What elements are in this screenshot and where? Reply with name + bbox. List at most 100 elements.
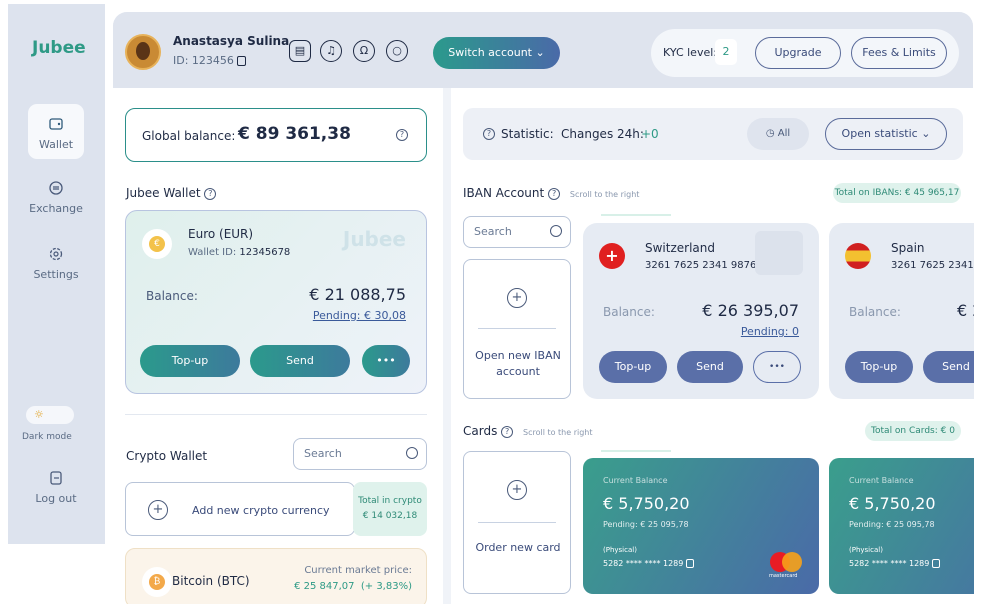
market-value: € 25 847,07: [294, 581, 355, 592]
search-icon: [550, 225, 562, 237]
sidebar-item-wallet[interactable]: Wallet: [28, 104, 84, 159]
avatar[interactable]: [125, 34, 161, 70]
total-crypto-badge: Total in crypto € 14 032,18: [353, 482, 427, 536]
plus-icon: +: [507, 288, 527, 308]
wallet-id-label: Wallet ID:: [188, 247, 237, 258]
wallet-currency: Euro (EUR): [188, 227, 254, 241]
send-button[interactable]: Send: [250, 345, 350, 377]
add-crypto-label: Add new crypto currency: [192, 504, 330, 517]
left-column: Global balance: € 89 361,38 ? Jubee Wall…: [113, 88, 443, 604]
card-balance: € 5,750,20: [849, 494, 936, 513]
crypto-search-input[interactable]: Search: [293, 438, 427, 470]
btc-coin-icon: ₿: [142, 567, 172, 597]
iban-pending[interactable]: Pending: 0: [741, 325, 799, 338]
market-price: € 25 847,07 (+ 3,83%): [294, 581, 412, 592]
upgrade-button[interactable]: Upgrade: [755, 37, 841, 69]
iban-card-spain[interactable]: Spain 3261 7625 2341 987 Balance: € 2 To…: [829, 223, 974, 399]
divider: [125, 414, 427, 415]
search-icon: [406, 447, 418, 459]
card-pending: Pending: € 25 095,78: [849, 520, 935, 529]
card-1[interactable]: Current Balance € 5,750,20 Pending: € 25…: [583, 458, 819, 594]
sidebar-item-settings[interactable]: Settings: [28, 246, 84, 281]
iban-topup-button[interactable]: Top-up: [845, 351, 913, 383]
iban-topup-button[interactable]: Top-up: [599, 351, 667, 383]
balance-label: Balance:: [146, 289, 198, 303]
card-balance: € 5,750,20: [603, 494, 690, 513]
global-balance-label: Global balance:: [142, 129, 236, 143]
kyc-value: 2: [715, 39, 737, 65]
dark-mode-toggle[interactable]: ☼: [26, 406, 74, 424]
changes-value: +0: [641, 127, 659, 141]
add-crypto-button[interactable]: + Add new crypto currency: [125, 482, 355, 536]
cards-title: Cards ? Scroll to the right: [463, 424, 593, 438]
sun-icon: ☼: [34, 408, 44, 421]
statistic-label: Statistic:: [501, 127, 554, 141]
euro-wallet-card: € Euro (EUR) Wallet ID: 12345678 Jubee B…: [125, 210, 427, 394]
divider: [478, 522, 556, 523]
switch-account-button[interactable]: Switch account ⌄: [433, 37, 560, 69]
order-card-label: Order new card: [475, 541, 561, 554]
global-balance-card: Global balance: € 89 361,38 ?: [125, 108, 427, 162]
sidebar: Jubee Wallet Exchange Settings ☼ Dark mo…: [8, 4, 105, 544]
more-button[interactable]: •••: [362, 345, 410, 377]
main: Anastasya Sulina ID: 123456 ▤ ♫ Ω ○ Swit…: [113, 12, 974, 604]
wallet-brand-watermark: Jubee: [342, 227, 406, 251]
order-card-button[interactable]: + Order new card: [463, 451, 571, 594]
iban-balance-label: Balance:: [603, 305, 655, 319]
iban-balance-label: Balance:: [849, 305, 901, 319]
headset-icon[interactable]: Ω: [353, 40, 375, 62]
book-icon[interactable]: ▤: [289, 40, 311, 62]
cards-title-label: Cards: [463, 424, 498, 438]
jubee-wallet-title: Jubee Wallet ?: [126, 186, 217, 200]
logo: Jubee: [32, 38, 86, 58]
iban-number: 3261 7625 2341 987: [891, 260, 974, 271]
open-iban-label: Open new IBAN account: [475, 349, 561, 378]
help-icon[interactable]: ?: [396, 129, 408, 141]
kyc-label: KYC level:: [663, 46, 717, 59]
pending-link[interactable]: Pending: € 30,08: [313, 309, 406, 322]
plus-icon: +: [507, 480, 527, 500]
total-iban-badge: Total on IBANs: € 45 965,17: [833, 183, 961, 203]
swiss-flag-icon: +: [599, 243, 625, 269]
logout-button[interactable]: Log out: [28, 470, 84, 505]
wallet-id: Wallet ID: 12345678: [188, 247, 290, 258]
scroll-indicator: [601, 450, 671, 452]
bank-icon: [755, 231, 803, 275]
iban-more-button[interactable]: •••: [753, 351, 801, 383]
changes-label: Changes 24h:: [561, 127, 644, 141]
statistic-bar: ? Statistic: Changes 24h: +0 ◷ All Open …: [463, 108, 963, 160]
iban-send-button[interactable]: Send: [677, 351, 743, 383]
copy-icon[interactable]: [685, 559, 694, 568]
open-statistic-button[interactable]: Open statistic ⌄: [825, 118, 947, 150]
scroll-hint: Scroll to the right: [522, 428, 593, 437]
iban-search-input[interactable]: Search: [463, 216, 571, 248]
kyc-box: KYC level: 2 Upgrade Fees & Limits: [651, 29, 959, 77]
help-icon[interactable]: ?: [483, 128, 495, 140]
sidebar-item-label: Wallet: [38, 138, 74, 151]
search-icon[interactable]: ○: [386, 40, 408, 62]
iban-card-switzerland[interactable]: + Switzerland 3261 7625 2341 9876 Balanc…: [583, 223, 819, 399]
dark-mode-label: Dark mode: [22, 432, 72, 442]
fees-limits-button[interactable]: Fees & Limits: [851, 37, 947, 69]
total-crypto-label: Total in crypto: [358, 496, 422, 506]
sidebar-item-exchange[interactable]: Exchange: [28, 180, 84, 215]
all-filter-button[interactable]: ◷ All: [747, 118, 809, 150]
header: Anastasya Sulina ID: 123456 ▤ ♫ Ω ○ Swit…: [113, 12, 973, 88]
open-iban-button[interactable]: + Open new IBAN account: [463, 259, 571, 399]
help-icon[interactable]: ?: [548, 187, 561, 200]
iban-title: IBAN Account ? Scroll to the right: [463, 186, 639, 200]
topup-button[interactable]: Top-up: [140, 345, 240, 377]
iban-balance: € 2: [957, 301, 974, 320]
help-icon[interactable]: ?: [204, 187, 217, 200]
copy-icon[interactable]: [237, 56, 247, 66]
btc-name: Bitcoin (BTC): [172, 574, 250, 588]
gear-icon: [49, 247, 63, 261]
card-2[interactable]: Current Balance € 5,750,20 Pending: € 25…: [829, 458, 974, 594]
btc-card[interactable]: ₿ Bitcoin (BTC) Current market price: € …: [125, 548, 427, 604]
global-balance-value: € 89 361,38: [238, 124, 351, 144]
copy-icon[interactable]: [931, 559, 940, 568]
total-crypto-value: € 14 032,18: [362, 511, 418, 521]
bell-icon[interactable]: ♫: [320, 40, 342, 62]
help-icon[interactable]: ?: [501, 425, 514, 438]
iban-send-button[interactable]: Send: [923, 351, 974, 383]
